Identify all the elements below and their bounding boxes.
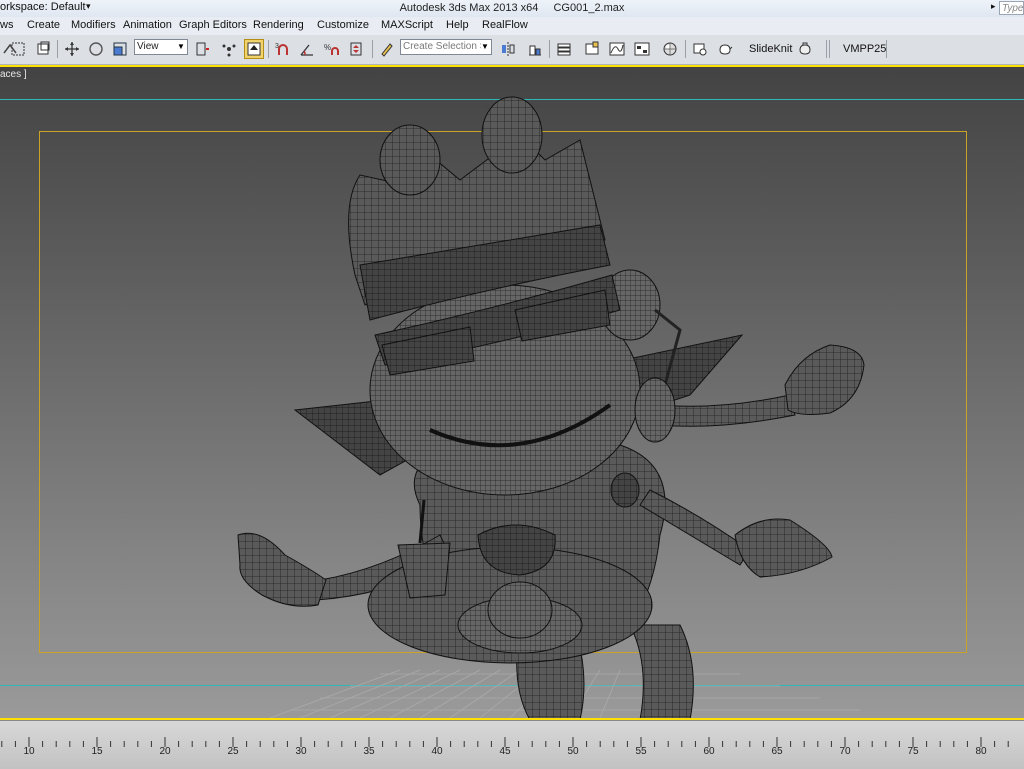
timeline-tick-label: 70 [839, 746, 851, 757]
menu-customize[interactable]: Customize [317, 19, 369, 31]
move-icon[interactable] [62, 39, 82, 59]
main-toolbar: View ▼ 3 % Create Selection Set ▼ [0, 35, 1024, 65]
snap-toggle-icon[interactable]: 3 [273, 39, 293, 59]
menu-maxscript[interactable]: MAXScript [381, 19, 433, 31]
teapot-render-icon[interactable] [715, 39, 735, 59]
menu-bar: ws Create Modifiers Animation Graph Edit… [0, 17, 1024, 36]
toolbar-divider [57, 40, 58, 58]
svg-text:3: 3 [275, 43, 279, 50]
toolbar-divider [826, 40, 827, 58]
expand-arrow-icon[interactable]: ▸ [991, 1, 996, 12]
percent-snap-icon[interactable]: % [322, 39, 342, 59]
align-icon[interactable] [525, 39, 545, 59]
timeline-tick-label: 15 [91, 746, 103, 757]
vmpp25-button[interactable]: VMPP25 [841, 39, 888, 59]
angle-snap-icon[interactable] [297, 39, 317, 59]
menu-rendering[interactable]: Rendering [253, 19, 304, 31]
chevron-down-icon: ▼ [177, 42, 185, 51]
timeline-tick-label: 65 [771, 746, 783, 757]
layer-manager-icon[interactable] [554, 39, 574, 59]
menu-modifiers[interactable]: Modifiers [71, 19, 116, 31]
menu-realflow[interactable]: RealFlow [482, 19, 528, 31]
chevron-down-icon: ▼ [481, 42, 489, 51]
select-manipulate-icon[interactable] [219, 39, 239, 59]
toolbar-divider [372, 40, 373, 58]
app-name: Autodesk 3ds Max 2013 x64 [399, 2, 539, 14]
timeline-tick-label: 50 [567, 746, 579, 757]
reference-coord-value: View [137, 41, 159, 52]
mirror-icon[interactable] [498, 39, 518, 59]
timeline-tick-label: 40 [431, 746, 443, 757]
rotate-icon[interactable] [86, 39, 106, 59]
timeline-tick-label: 80 [975, 746, 987, 757]
toolbar-divider [886, 40, 887, 58]
slideknit-button[interactable]: SlideKnit [747, 39, 794, 59]
perspective-viewport[interactable]: aces ] [0, 65, 1024, 720]
timeline-tick-label: 55 [635, 746, 647, 757]
window-title: Autodesk 3ds Max 2013 x64 CG001_2.max [0, 2, 1024, 14]
material-editor-icon[interactable] [660, 39, 680, 59]
title-bar: orkspace: Default ▾ Autodesk 3ds Max 201… [0, 0, 1024, 18]
teapot-rendered-frame-icon[interactable] [795, 39, 815, 59]
menu-create[interactable]: Create [27, 19, 60, 31]
reference-coord-dropdown[interactable]: View ▼ [134, 39, 188, 55]
named-selection-dropdown[interactable]: Create Selection Set ▼ [400, 39, 492, 55]
window-crossing-icon[interactable] [33, 39, 53, 59]
toolbar-divider [685, 40, 686, 58]
timeline-tick-label: 25 [227, 746, 239, 757]
timeline-tick-label: 45 [499, 746, 511, 757]
toolbar-divider [549, 40, 550, 58]
timeline-tick-label: 75 [907, 746, 919, 757]
render-setup-icon[interactable] [690, 39, 710, 59]
menu-animation[interactable]: Animation [123, 19, 172, 31]
curve-editor-icon[interactable] [607, 39, 627, 59]
scale-icon[interactable] [110, 39, 130, 59]
timeline-tick-label: 30 [295, 746, 307, 757]
keyboard-shortcut-toggle-icon[interactable] [244, 39, 264, 59]
track-bar[interactable]: 10 15 20 25 30 35 40 45 50 55 60 65 70 75 80 [0, 720, 1024, 769]
timeline-tick-label: 35 [363, 746, 375, 757]
schematic-view-icon[interactable] [632, 39, 652, 59]
edit-named-selection-icon[interactable] [377, 39, 397, 59]
timeline-ruler [1, 737, 1009, 747]
timeline-tick-label: 10 [23, 746, 35, 757]
menu-views[interactable]: ws [0, 19, 13, 31]
toolbar-divider [268, 40, 269, 58]
menu-help[interactable]: Help [446, 19, 469, 31]
timeline-tick-label: 60 [703, 746, 715, 757]
timeline-tick-label: 20 [159, 746, 171, 757]
wireframe-character-model[interactable] [0, 65, 1024, 720]
select-region-icon[interactable] [8, 39, 28, 59]
named-selection-placeholder: Create Selection Set [403, 41, 481, 52]
graphite-icon[interactable] [582, 39, 602, 59]
menu-graph-editors[interactable]: Graph Editors [179, 19, 247, 31]
svg-text:%: % [324, 43, 331, 52]
pivot-icon[interactable] [192, 39, 212, 59]
file-name: CG001_2.max [553, 2, 625, 14]
spinner-snap-icon[interactable] [346, 39, 366, 59]
search-input[interactable]: Type a [999, 1, 1024, 15]
toolbar-divider [829, 40, 830, 58]
